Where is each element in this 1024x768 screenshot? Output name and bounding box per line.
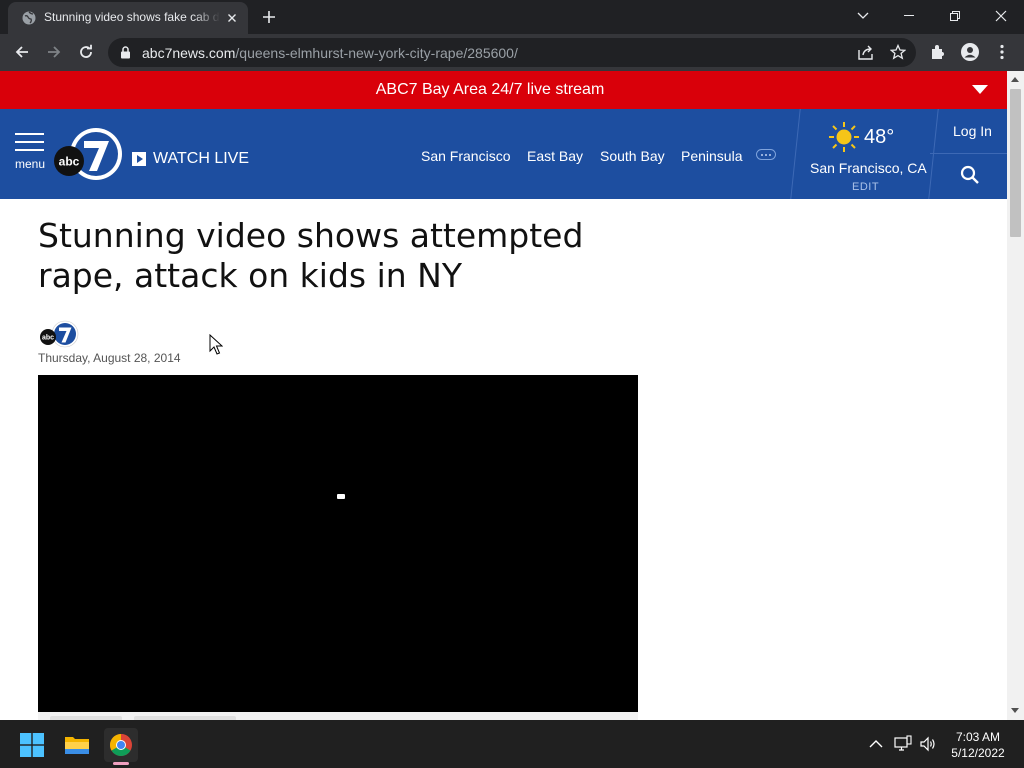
search-icon[interactable] bbox=[960, 165, 980, 185]
more-nav-icon[interactable] bbox=[756, 149, 776, 160]
network-icon[interactable] bbox=[894, 735, 912, 753]
folder-icon bbox=[65, 737, 89, 754]
url-path: /queens-elmhurst-new-york-city-rape/2856… bbox=[235, 45, 518, 61]
tab-title: Stunning video shows fake cab driver att… bbox=[44, 10, 220, 24]
nav-link-east-bay[interactable]: East Bay bbox=[527, 148, 583, 164]
star-icon[interactable] bbox=[890, 44, 906, 60]
weather-temperature[interactable]: 48° bbox=[864, 126, 894, 149]
tab-strip: Stunning video shows fake cab driver att… bbox=[0, 0, 1024, 34]
minimize-button[interactable] bbox=[886, 0, 932, 32]
scroll-up-icon[interactable] bbox=[1011, 77, 1019, 82]
site-header: menu abc WATCH LIVE San Francisco East B… bbox=[0, 109, 1007, 199]
live-stream-link[interactable]: ABC7 Bay Area 24/7 live stream bbox=[0, 81, 980, 99]
abc7-logo[interactable]: abc bbox=[54, 127, 124, 181]
chrome-taskbar-button[interactable] bbox=[104, 728, 138, 762]
loading-indicator bbox=[337, 494, 345, 499]
article-header: Stunning video shows attempted rape, att… bbox=[38, 216, 658, 365]
divider bbox=[790, 109, 801, 199]
svg-text:abc: abc bbox=[59, 155, 80, 169]
page-scrollbar[interactable] bbox=[1007, 71, 1024, 720]
reload-icon bbox=[80, 44, 92, 58]
article-headline: Stunning video shows attempted rape, att… bbox=[38, 216, 584, 295]
nav-link-peninsula[interactable]: Peninsula bbox=[681, 148, 743, 164]
arrow-left-icon bbox=[15, 46, 28, 58]
chevron-up-icon[interactable] bbox=[867, 735, 885, 753]
nav-link-south-bay[interactable]: South Bay bbox=[600, 148, 665, 164]
url-text[interactable]: abc7news.com/queens-elmhurst-new-york-ci… bbox=[142, 45, 518, 61]
puzzle-icon bbox=[932, 45, 944, 59]
video-controls-strip bbox=[38, 712, 638, 720]
start-button[interactable] bbox=[15, 728, 49, 762]
file-explorer-button[interactable] bbox=[60, 728, 94, 762]
restore-icon bbox=[950, 11, 960, 21]
weather-edit-link[interactable]: EDIT bbox=[852, 181, 879, 193]
watch-live-button[interactable]: WATCH LIVE bbox=[132, 150, 250, 167]
divider bbox=[930, 153, 1007, 154]
scrollbar-thumb[interactable] bbox=[1010, 89, 1021, 237]
tab-search-button[interactable] bbox=[840, 0, 886, 32]
mouse-cursor-icon bbox=[209, 334, 223, 355]
taskbar: 7:03 AM 5/12/2022 bbox=[0, 720, 1024, 768]
lock-icon[interactable] bbox=[120, 46, 131, 59]
address-bar[interactable]: abc7news.com/queens-elmhurst-new-york-ci… bbox=[108, 38, 916, 67]
extensions-button[interactable] bbox=[928, 42, 948, 62]
login-link[interactable]: Log In bbox=[953, 123, 992, 139]
globe-icon bbox=[22, 11, 36, 25]
restore-button[interactable] bbox=[932, 0, 978, 32]
abc7-byline-logo: abc bbox=[40, 320, 79, 348]
more-vertical-icon bbox=[1000, 44, 1004, 60]
watch-live-label: WATCH LIVE bbox=[153, 150, 250, 167]
chrome-icon bbox=[110, 734, 132, 756]
clock-time[interactable]: 7:03 AM bbox=[940, 730, 1016, 744]
arrow-right-icon bbox=[48, 46, 61, 58]
weather-location[interactable]: San Francisco, CA bbox=[810, 160, 927, 176]
volume-icon[interactable] bbox=[919, 735, 937, 753]
live-stream-banner[interactable]: ABC7 Bay Area 24/7 live stream bbox=[0, 71, 1007, 109]
menu-button[interactable]: menu bbox=[14, 133, 46, 173]
divider bbox=[928, 109, 939, 199]
back-button[interactable] bbox=[12, 42, 32, 62]
clock-date[interactable]: 5/12/2022 bbox=[940, 746, 1016, 760]
video-player[interactable] bbox=[38, 375, 638, 712]
forward-button[interactable] bbox=[44, 42, 64, 62]
new-tab-icon[interactable] bbox=[260, 8, 278, 26]
hamburger-icon bbox=[15, 133, 44, 135]
hamburger-line bbox=[15, 141, 44, 143]
minimize-icon bbox=[904, 15, 914, 16]
reload-button[interactable] bbox=[76, 42, 96, 62]
sun-icon bbox=[829, 122, 859, 152]
article-date: Thursday, August 28, 2014 bbox=[38, 351, 181, 365]
hamburger-line bbox=[15, 149, 44, 151]
caret-down-icon[interactable] bbox=[972, 85, 988, 94]
chevron-down-icon bbox=[857, 12, 869, 19]
browser-toolbar: abc7news.com/queens-elmhurst-new-york-ci… bbox=[0, 34, 1024, 71]
nav-link-san-francisco[interactable]: San Francisco bbox=[421, 148, 510, 164]
play-icon bbox=[132, 152, 146, 166]
share-icon[interactable] bbox=[858, 45, 874, 60]
chrome-menu-button[interactable] bbox=[992, 42, 1012, 62]
scroll-down-icon[interactable] bbox=[1011, 708, 1019, 713]
close-window-button[interactable] bbox=[978, 0, 1024, 32]
close-icon bbox=[995, 10, 1007, 22]
active-app-indicator bbox=[113, 762, 129, 765]
url-host: abc7news.com bbox=[142, 45, 236, 61]
web-page: ABC7 Bay Area 24/7 live stream menu abc … bbox=[0, 71, 1007, 720]
menu-label: menu bbox=[15, 157, 46, 171]
browser-tab[interactable]: Stunning video shows fake cab driver att… bbox=[8, 2, 248, 34]
windows-icon bbox=[20, 733, 44, 757]
svg-text:abc: abc bbox=[42, 335, 54, 342]
profile-button[interactable] bbox=[960, 42, 980, 62]
avatar-icon bbox=[961, 43, 979, 61]
close-tab-icon[interactable] bbox=[224, 10, 240, 26]
